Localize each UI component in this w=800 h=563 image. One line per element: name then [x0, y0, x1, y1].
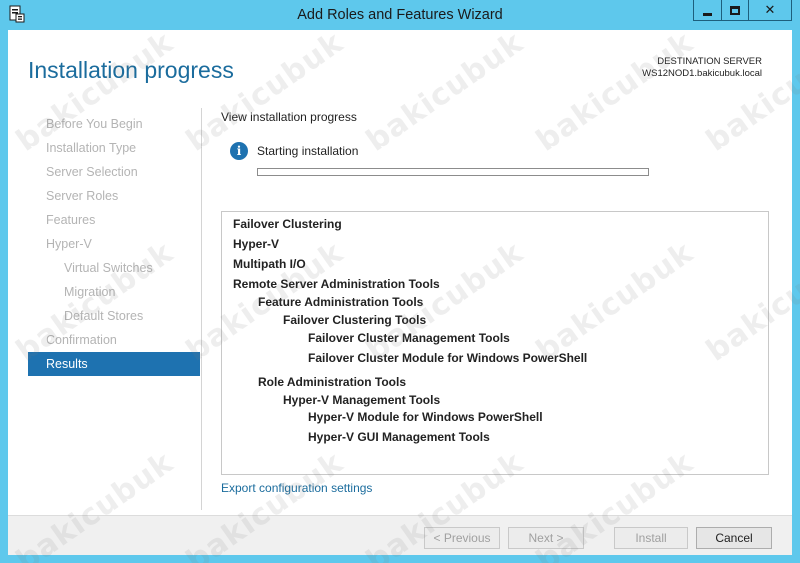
installation-status: Starting installation	[257, 144, 359, 158]
nav-item-server-roles[interactable]: Server Roles	[28, 184, 200, 208]
previous-button[interactable]: < Previous	[424, 527, 500, 549]
feature-item: Hyper-V GUI Management Tools	[308, 430, 490, 444]
feature-item: Multipath I/O	[233, 257, 306, 271]
nav-item-results[interactable]: Results	[28, 352, 200, 376]
nav-item-hyper-v[interactable]: Hyper-V	[28, 232, 200, 256]
export-configuration-link[interactable]: Export configuration settings	[221, 481, 372, 495]
nav-item-migration[interactable]: Migration	[28, 280, 200, 304]
feature-item: Hyper-V Management Tools	[283, 393, 441, 407]
info-icon: i	[230, 142, 248, 160]
close-icon: ✕	[764, 2, 776, 18]
cancel-button[interactable]: Cancel	[696, 527, 772, 549]
minimize-button[interactable]	[693, 0, 721, 21]
nav-item-before-you-begin[interactable]: Before You Begin	[28, 112, 200, 136]
destination-server-name: WS12NOD1.bakicubuk.local	[642, 68, 762, 79]
destination-server-label: DESTINATION SERVER	[657, 56, 762, 67]
nav-item-virtual-switches[interactable]: Virtual Switches	[28, 256, 200, 280]
features-list[interactable]: Failover Clustering Hyper-V Multipath I/O R…	[221, 211, 769, 475]
maximize-button[interactable]	[721, 0, 748, 21]
maximize-icon	[730, 5, 740, 15]
nav-item-server-selection[interactable]: Server Selection	[28, 160, 200, 184]
footer-bar: < Previous Next > Install Cancel	[8, 515, 792, 555]
install-button[interactable]: Install	[614, 527, 688, 549]
section-title: View installation progress	[221, 110, 357, 124]
next-button[interactable]: Next >	[508, 527, 584, 549]
feature-item: Role Administration Tools	[258, 375, 407, 389]
feature-item: Feature Administration Tools	[258, 295, 424, 309]
title-bar[interactable]: Add Roles and Features Wizard ✕	[0, 0, 800, 30]
nav-divider	[201, 108, 202, 510]
feature-item: Failover Clustering	[233, 217, 342, 231]
nav-item-default-stores[interactable]: Default Stores	[28, 304, 200, 328]
close-button[interactable]: ✕	[748, 0, 792, 21]
minimize-icon	[703, 12, 712, 16]
feature-item: Failover Cluster Management Tools	[308, 331, 510, 345]
window-title: Add Roles and Features Wizard	[297, 7, 503, 23]
feature-item: Failover Cluster Module for Windows Powe…	[308, 351, 588, 365]
feature-item: Failover Clustering Tools	[283, 313, 427, 327]
wizard-nav: Before You Begin Installation Type Serve…	[28, 112, 200, 376]
wizard-body: Installation progress DESTINATION SERVER…	[8, 30, 792, 555]
nav-item-confirmation[interactable]: Confirmation	[28, 328, 200, 352]
installation-progress-bar	[257, 168, 649, 176]
nav-item-features[interactable]: Features	[28, 208, 200, 232]
page-title: Installation progress	[28, 57, 234, 83]
feature-item: Hyper-V	[233, 237, 280, 251]
feature-item: Remote Server Administration Tools	[233, 277, 440, 291]
feature-item: Hyper-V Module for Windows PowerShell	[308, 410, 543, 424]
nav-item-installation-type[interactable]: Installation Type	[28, 136, 200, 160]
